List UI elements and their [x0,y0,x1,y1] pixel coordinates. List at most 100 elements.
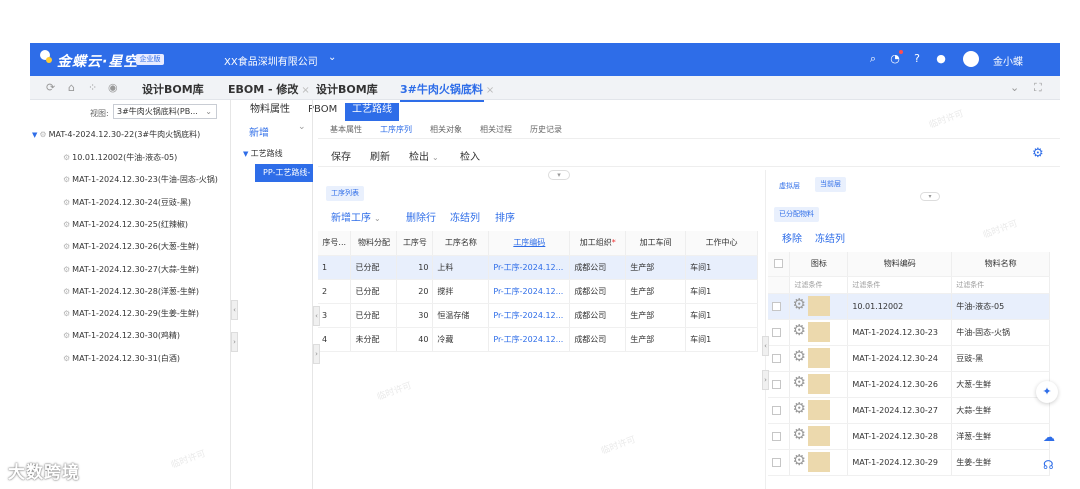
expand-handle[interactable]: › [762,370,769,390]
close-icon[interactable]: × [301,85,309,96]
tree-root[interactable]: ▼ ⚙ MAT-4-2024.12.30-22(3#牛肉火锅底料) [32,130,200,140]
tab-ebom-edit[interactable]: EBOM - 修改 × [228,81,310,97]
apps-icon[interactable]: ⁘ [88,81,97,95]
table-row[interactable]: 1 已分配 10 上料 Pr-工序-2024.12... 成都公司 生产部 车间1 [318,255,758,280]
main-tab[interactable]: 相关对象 [430,124,462,135]
row-checkbox[interactable] [768,345,791,372]
table-row[interactable]: ⚙ MAT-1-2024.12.30-28 洋葱-生鲜 [768,423,1050,450]
help-icon[interactable]: ? [910,52,924,66]
tab-beef-hotpot[interactable]: 3#牛肉火锅底料 × [400,81,494,102]
caret-down-icon[interactable]: ▼ [32,131,37,139]
tree-item[interactable]: ⚙ MAT-1-2024.12.30-27(大蒜-生鲜) [63,265,199,275]
bell-icon[interactable]: ◔ [888,52,902,66]
header-material-name[interactable]: 物料名称 [951,252,1050,277]
tab-process-route[interactable]: 工艺路线 [345,103,399,121]
table-row[interactable]: ⚙ MAT-1-2024.12.30-27 大蒜-生鲜 [768,397,1050,424]
collapse-left-handle[interactable]: ‹ [231,300,238,320]
tree-item[interactable]: ⚙ MAT-1-2024.12.30-24(豆豉-黑) [63,198,191,208]
tree-item[interactable]: ⚙ MAT-1-2024.12.30-28(洋葱-生鲜) [63,287,199,297]
table-cell[interactable]: Pr-工序-2024.12... [488,327,571,352]
expand-handle[interactable]: › [313,344,320,364]
main-tab[interactable]: 基本属性 [330,124,362,135]
tab-current-layer[interactable]: 当前层 [815,177,846,192]
table-cell[interactable]: Pr-工序-2024.12... [488,255,571,280]
checkin-button[interactable]: 检入 [460,148,480,163]
freeze-column-button[interactable]: 冻结列 [815,230,845,245]
table-row[interactable]: ⚙ 10.01.12002 牛油-液态-05 [768,293,1050,320]
message-icon[interactable]: ◉ [108,81,118,95]
close-icon[interactable]: × [486,85,494,96]
collapse-handle[interactable]: ‹ [762,336,769,356]
column-header[interactable]: 工作中心 [685,231,758,256]
tree-item[interactable]: ⚙ MAT-1-2024.12.30-25(红辣椒) [63,220,188,230]
expand-handle[interactable]: › [231,332,238,352]
row-checkbox[interactable] [768,293,791,320]
user-name[interactable]: 金小蝶 [993,53,1023,68]
company-selector[interactable]: XX食品深圳有限公司 [224,53,318,68]
tab-virtual-layer[interactable]: 虚拟层 [779,181,800,191]
delete-row-button[interactable]: 删除行 [406,209,436,224]
collapse-toggle-icon[interactable]: ▾ [548,170,570,180]
column-header[interactable]: 加工组织* [569,231,627,256]
table-row[interactable]: 3 已分配 30 恒温存储 Pr-工序-2024.12... 成都公司 生产部 车间1 [318,303,758,328]
tree-item[interactable]: ⚙ MAT-1-2024.12.30-31(白酒) [63,354,180,364]
row-checkbox[interactable] [768,397,791,424]
table-cell[interactable]: Pr-工序-2024.12... [488,279,571,304]
row-checkbox[interactable] [768,319,791,346]
collapse-handle[interactable]: ‹ [313,306,320,326]
column-header[interactable]: 工序名称 [432,231,490,256]
cloud-icon[interactable]: ☁ [1043,430,1055,444]
allocated-materials-tab[interactable]: 已分配物料 [774,207,819,222]
save-button[interactable]: 保存 [331,148,351,163]
column-header[interactable]: 序号... [318,231,352,256]
table-row[interactable]: ⚙ MAT-1-2024.12.30-29 生姜-生鲜 [768,449,1050,476]
main-tab[interactable]: 工序序列 [380,124,412,135]
settings-icon[interactable]: ⚙ [1032,146,1044,161]
table-row[interactable]: ⚙ MAT-1-2024.12.30-26 大葱-生鲜 [768,371,1050,398]
table-row[interactable]: 2 已分配 20 搅拌 Pr-工序-2024.12... 成都公司 生产部 车间1 [318,279,758,304]
filter-code-input[interactable]: 过滤条件 [847,276,953,294]
filter-name-input[interactable]: 过滤条件 [951,276,1050,294]
assistant-icon[interactable]: ✦ [1036,381,1058,403]
main-tab[interactable]: 历史记录 [530,124,562,135]
table-cell[interactable]: Pr-工序-2024.12... [488,303,571,328]
add-route-button[interactable]: 新增 [249,124,269,139]
route-group[interactable]: ▼ 工艺路线 [243,148,283,159]
column-header[interactable]: 工序编码 [488,231,571,256]
refresh-button[interactable]: 刷新 [370,148,390,163]
main-tab[interactable]: 相关过程 [480,124,512,135]
chevron-down-icon[interactable]: ⌄ [298,122,306,132]
freeze-column-button[interactable]: 冻结列 [450,209,480,224]
remove-button[interactable]: 移除 [782,230,802,245]
header-material-code[interactable]: 物料编码 [847,252,953,277]
row-checkbox[interactable] [768,371,791,398]
process-list-tab[interactable]: 工序列表 [326,186,364,201]
filter-icon-input[interactable]: 过滤条件 [789,276,849,294]
chevron-down-icon[interactable]: ⌄ [1010,81,1019,95]
checkout-button[interactable]: 检出 ⌄ [409,148,439,163]
table-row[interactable]: ⚙ MAT-1-2024.12.30-24 豆豉-黑 [768,345,1050,372]
switch-icon[interactable]: ● [934,52,948,66]
collapse-toggle-icon[interactable]: ▾ [920,192,940,201]
sort-button[interactable]: 排序 [495,209,515,224]
table-row[interactable]: ⚙ MAT-1-2024.12.30-23 牛油-固态-火锅 [768,319,1050,346]
sync-icon[interactable]: ⟳ [46,81,55,95]
tab-design-bom-lib-2[interactable]: 设计BOM库 [316,81,378,97]
headset-icon[interactable]: ☊ [1043,458,1054,472]
route-item[interactable]: PP-工艺路线- [255,164,313,182]
tree-item[interactable]: ⚙ MAT-1-2024.12.30-23(牛油-固态-火锅) [63,175,218,185]
select-all-checkbox[interactable] [768,252,791,277]
tab-design-bom-lib[interactable]: 设计BOM库 [142,81,204,97]
search-icon[interactable]: ⌕ [866,52,880,66]
avatar[interactable] [963,51,979,67]
fullscreen-icon[interactable]: ⛶ [1034,81,1042,95]
tree-item[interactable]: ⚙ MAT-1-2024.12.30-26(大葱-生鲜) [63,242,199,252]
table-row[interactable]: 4 未分配 40 冷藏 Pr-工序-2024.12... 成都公司 生产部 车间1 [318,327,758,352]
column-header[interactable]: 物料分配 [350,231,398,256]
column-header[interactable]: 加工车间 [625,231,687,256]
view-select[interactable]: 3#牛肉火锅底料(PB... ⌄ [113,104,217,119]
tree-item[interactable]: ⚙ MAT-1-2024.12.30-29(生姜-生鲜) [63,309,199,319]
chevron-down-icon[interactable]: ⌄ [328,52,336,63]
tree-item[interactable]: ⚙ MAT-1-2024.12.30-30(鸡精) [63,331,180,341]
home-icon[interactable]: ⌂ [68,81,75,95]
